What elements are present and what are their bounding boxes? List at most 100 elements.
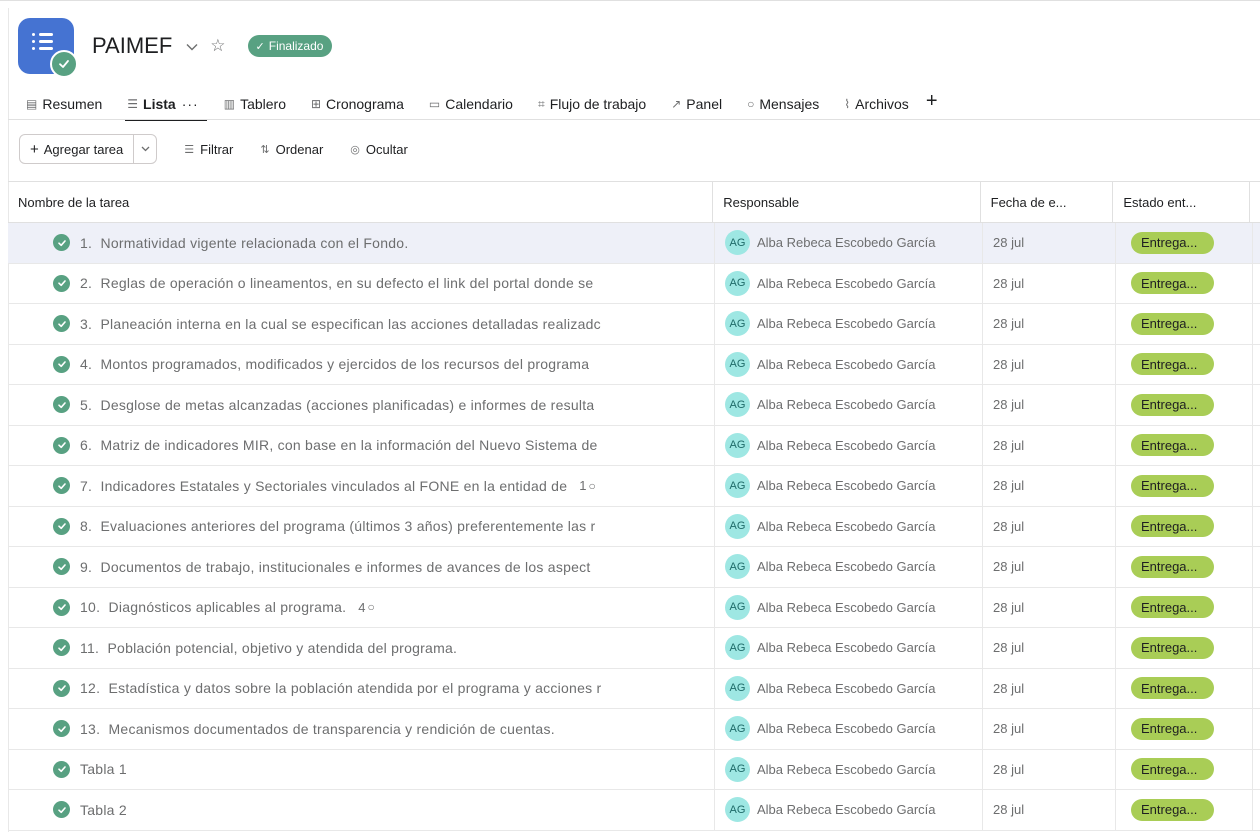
completed-check-icon[interactable] bbox=[53, 315, 70, 332]
due-date-cell[interactable]: 28 jul bbox=[983, 668, 1116, 708]
hide-button[interactable]: ◎ Ocultar bbox=[350, 142, 408, 157]
assignee-cell[interactable]: AG Alba Rebeca Escobedo García bbox=[715, 425, 983, 465]
task-name-cell[interactable]: 9. Documentos de trabajo, institucionale… bbox=[8, 547, 715, 587]
tab-mensajes[interactable]: ○ Mensajes bbox=[747, 90, 819, 118]
task-name-cell[interactable]: 2. Reglas de operación o lineamentos, en… bbox=[8, 263, 715, 303]
due-date-cell[interactable]: 28 jul bbox=[983, 547, 1116, 587]
sort-button[interactable]: ⇅ Ordenar bbox=[260, 142, 323, 157]
column-header-name[interactable]: Nombre de la tarea bbox=[8, 182, 714, 222]
project-title[interactable]: PAIMEF bbox=[92, 33, 172, 59]
task-name-cell[interactable]: 13. Mecanismos documentados de transpare… bbox=[8, 709, 715, 749]
status-cell[interactable]: Entrega... bbox=[1116, 547, 1253, 587]
assignee-cell[interactable]: AG Alba Rebeca Escobedo García bbox=[715, 304, 983, 344]
comment-count[interactable]: 1 ○ bbox=[579, 478, 595, 493]
table-row[interactable]: 11. Población potencial, objetivo y aten… bbox=[8, 628, 1260, 669]
status-cell[interactable]: Entrega... bbox=[1116, 749, 1253, 789]
assignee-cell[interactable]: AG Alba Rebeca Escobedo García bbox=[715, 263, 983, 303]
column-header-assignee[interactable]: Responsable bbox=[713, 182, 981, 222]
completed-check-icon[interactable] bbox=[53, 801, 70, 818]
completed-check-icon[interactable] bbox=[53, 274, 70, 292]
add-tab-icon[interactable]: + bbox=[926, 90, 938, 112]
star-icon[interactable]: ☆ bbox=[210, 36, 225, 56]
tab-panel[interactable]: ↗ Panel bbox=[671, 90, 722, 118]
assignee-cell[interactable]: AG Alba Rebeca Escobedo García bbox=[715, 466, 983, 506]
task-name[interactable]: 9. Documentos de trabajo, institucionale… bbox=[54, 559, 591, 575]
task-name-cell[interactable]: 11. Población potencial, objetivo y aten… bbox=[8, 628, 715, 668]
tab-resumen[interactable]: ▤ Resumen bbox=[26, 90, 102, 118]
due-date-cell[interactable]: 28 jul bbox=[983, 628, 1116, 668]
completed-check-icon[interactable] bbox=[53, 396, 70, 413]
task-name[interactable]: 2. Reglas de operación o lineamentos, en… bbox=[54, 275, 593, 291]
completed-check-icon[interactable] bbox=[53, 517, 70, 535]
task-name[interactable]: 4. Montos programados, modificados y eje… bbox=[54, 356, 589, 372]
filter-button[interactable]: ☰ Filtrar bbox=[184, 142, 233, 157]
task-name-cell[interactable]: 6. Matriz de indicadores MIR, con base e… bbox=[8, 425, 715, 465]
add-task-dropdown-icon[interactable] bbox=[133, 135, 156, 163]
task-name-cell[interactable]: 3. Planeación interna en la cual se espe… bbox=[8, 304, 715, 344]
task-name-cell[interactable]: 5. Desglose de metas alcanzadas (accione… bbox=[8, 385, 715, 425]
comment-count[interactable]: 4 ○ bbox=[358, 600, 374, 615]
tab-cronograma[interactable]: ⊞ Cronograma bbox=[311, 90, 404, 118]
table-row[interactable]: 7. Indicadores Estatales y Sectoriales v… bbox=[8, 466, 1260, 507]
task-name[interactable]: 7. Indicadores Estatales y Sectoriales v… bbox=[54, 478, 567, 494]
column-header-due-date[interactable]: Fecha de e... bbox=[981, 182, 1114, 222]
assignee-cell[interactable]: AG Alba Rebeca Escobedo García bbox=[715, 223, 983, 263]
table-row[interactable]: 5. Desglose de metas alcanzadas (accione… bbox=[8, 385, 1260, 426]
table-row[interactable]: 2. Reglas de operación o lineamentos, en… bbox=[8, 263, 1260, 304]
task-name[interactable]: 13. Mecanismos documentados de transpare… bbox=[54, 721, 555, 737]
task-name[interactable]: 5. Desglose de metas alcanzadas (accione… bbox=[54, 397, 594, 413]
task-name-cell[interactable]: 4. Montos programados, modificados y eje… bbox=[8, 344, 715, 384]
table-row[interactable]: Tabla 1 AG Alba Rebeca Escobedo García 28 j… bbox=[8, 749, 1260, 790]
status-cell[interactable]: Entrega... bbox=[1116, 628, 1253, 668]
completed-check-icon[interactable] bbox=[53, 760, 70, 778]
table-row[interactable]: 10. Diagnósticos aplicables al programa.… bbox=[8, 587, 1260, 628]
task-name-cell[interactable]: Tabla 2 bbox=[8, 790, 715, 830]
task-name[interactable]: 12. Estadística y datos sobre la poblaci… bbox=[54, 680, 601, 696]
assignee-cell[interactable]: AG Alba Rebeca Escobedo García bbox=[715, 749, 983, 789]
due-date-cell[interactable]: 28 jul bbox=[983, 506, 1116, 546]
status-cell[interactable]: Entrega... bbox=[1116, 223, 1253, 263]
task-name[interactable]: 11. Población potencial, objetivo y aten… bbox=[54, 640, 457, 656]
task-name-cell[interactable]: 12. Estadística y datos sobre la poblaci… bbox=[8, 668, 715, 708]
status-cell[interactable]: Entrega... bbox=[1116, 385, 1253, 425]
task-name[interactable]: 10. Diagnósticos aplicables al programa. bbox=[54, 599, 346, 615]
table-row[interactable]: Tabla 2 AG Alba Rebeca Escobedo García 28 j… bbox=[8, 790, 1260, 831]
due-date-cell[interactable]: 28 jul bbox=[983, 466, 1116, 506]
task-name-cell[interactable]: 7. Indicadores Estatales y Sectoriales v… bbox=[8, 466, 715, 506]
assignee-cell[interactable]: AG Alba Rebeca Escobedo García bbox=[715, 344, 983, 384]
task-name-cell[interactable]: 10. Diagnósticos aplicables al programa.… bbox=[8, 587, 715, 627]
project-status-badge[interactable]: ✓ Finalizado bbox=[247, 35, 333, 57]
status-cell[interactable]: Entrega... bbox=[1116, 304, 1253, 344]
task-name-cell[interactable]: 8. Evaluaciones anteriores del programa … bbox=[8, 506, 715, 546]
task-name[interactable]: 1. Normatividad vigente relacionada con … bbox=[54, 235, 408, 251]
status-cell[interactable]: Entrega... bbox=[1116, 344, 1253, 384]
table-row[interactable]: 8. Evaluaciones anteriores del programa … bbox=[8, 506, 1260, 547]
completed-check-icon[interactable] bbox=[53, 639, 70, 656]
assignee-cell[interactable]: AG Alba Rebeca Escobedo García bbox=[715, 790, 983, 830]
task-name[interactable]: 6. Matriz de indicadores MIR, con base e… bbox=[54, 437, 598, 453]
due-date-cell[interactable]: 28 jul bbox=[983, 263, 1116, 303]
assignee-cell[interactable]: AG Alba Rebeca Escobedo García bbox=[715, 587, 983, 627]
status-cell[interactable]: Entrega... bbox=[1116, 506, 1253, 546]
table-row[interactable]: 9. Documentos de trabajo, institucionale… bbox=[8, 547, 1260, 588]
table-row[interactable]: 3. Planeación interna en la cual se espe… bbox=[8, 304, 1260, 345]
completed-check-icon[interactable] bbox=[53, 436, 70, 454]
completed-check-icon[interactable] bbox=[53, 355, 70, 373]
assignee-cell[interactable]: AG Alba Rebeca Escobedo García bbox=[715, 668, 983, 708]
assignee-cell[interactable]: AG Alba Rebeca Escobedo García bbox=[715, 547, 983, 587]
task-name[interactable]: 8. Evaluaciones anteriores del programa … bbox=[54, 518, 595, 534]
assignee-cell[interactable]: AG Alba Rebeca Escobedo García bbox=[715, 709, 983, 749]
status-cell[interactable]: Entrega... bbox=[1116, 466, 1253, 506]
due-date-cell[interactable]: 28 jul bbox=[983, 709, 1116, 749]
add-task-button[interactable]: + Agregar tarea bbox=[20, 135, 133, 163]
table-row[interactable]: 12. Estadística y datos sobre la poblaci… bbox=[8, 668, 1260, 709]
completed-check-icon[interactable] bbox=[53, 679, 70, 697]
completed-check-icon[interactable] bbox=[53, 234, 70, 251]
completed-check-icon[interactable] bbox=[53, 477, 70, 494]
due-date-cell[interactable]: 28 jul bbox=[983, 425, 1116, 465]
status-cell[interactable]: Entrega... bbox=[1116, 790, 1253, 830]
assignee-cell[interactable]: AG Alba Rebeca Escobedo García bbox=[715, 385, 983, 425]
task-name-cell[interactable]: 1. Normatividad vigente relacionada con … bbox=[8, 223, 715, 263]
tab-flujo-de-trabajo[interactable]: ⌗ Flujo de trabajo bbox=[538, 90, 646, 118]
table-row[interactable]: 6. Matriz de indicadores MIR, con base e… bbox=[8, 425, 1260, 466]
